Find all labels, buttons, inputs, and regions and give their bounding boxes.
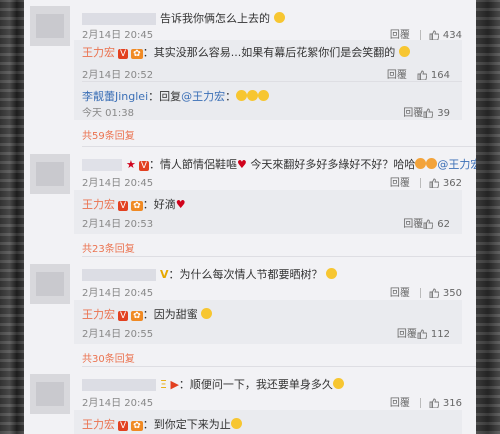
reply-box: 王力宏 V ✿ ：因为甜蜜 2月14日 20:55 回覆 112 — [74, 300, 462, 344]
comment-item: ★ V ：情人節情侶鞋嘔♥ 今天來翻好多好多綠好不好？哈哈 @王力宏 2月14日 20… — [24, 150, 476, 258]
divider — [419, 178, 421, 188]
avatar[interactable] — [30, 154, 70, 194]
heart-icon: ♥ — [175, 198, 186, 211]
like-count: 316 — [442, 398, 462, 409]
more-replies-link[interactable]: 共23条回复 — [82, 240, 135, 255]
reply-text: 好滴 — [153, 198, 176, 211]
reply-button[interactable]: 回覆 — [403, 219, 423, 230]
emoji-icon — [426, 158, 438, 169]
comment-text: 为什么每次情人节都要晒树？ — [179, 268, 323, 281]
thumbs-up-icon[interactable] — [417, 70, 427, 80]
comment-text-2: 今天來翻好多好多綠好不好？哈哈 — [250, 158, 416, 171]
reply-text: 因为甜蜜 — [153, 308, 198, 321]
reply-username[interactable]: 李靓蕾Jinglei — [82, 90, 148, 103]
reply-username[interactable]: 王力宏 — [82, 418, 115, 431]
reply-time: 今天 01:38 — [82, 108, 134, 119]
background-left — [0, 0, 24, 434]
reply-time: 2月14日 20:53 — [82, 219, 154, 230]
reply-prefix: 回复 — [159, 90, 182, 103]
like-count: 39 — [437, 108, 450, 119]
emoji-icon — [236, 90, 248, 101]
member-badge: ✿ — [131, 311, 143, 321]
reply-text: 到你定下来为止 — [153, 418, 231, 431]
emoji-icon — [415, 158, 427, 169]
avatar[interactable] — [30, 374, 70, 414]
reply-box: 王力宏 V ✿ ：到你定下来为止 — [74, 410, 462, 434]
comment-time: 2月14日 20:45 — [82, 30, 154, 41]
comment-time: 2月14日 20:45 — [82, 288, 154, 299]
divider — [419, 30, 421, 40]
background-right — [476, 0, 500, 434]
reply-username[interactable]: 王力宏 — [82, 308, 115, 321]
comment-text: 顺便问一下，我还要单身多久 — [189, 378, 333, 391]
reply-button[interactable]: 回覆 — [390, 398, 410, 409]
mention-link[interactable]: @王力宏 — [181, 90, 225, 103]
like-count: 62 — [437, 219, 450, 230]
thumbs-up-icon[interactable] — [429, 288, 439, 298]
thumbs-up-icon[interactable] — [423, 108, 434, 118]
emoji-icon — [201, 308, 213, 319]
username-blurred[interactable] — [82, 13, 156, 25]
reply-text: 其实没那么容易...如果有幕后花絮你们是会笑翻的 — [153, 46, 396, 59]
emoji-icon — [326, 268, 338, 279]
emoji-icon — [273, 12, 285, 23]
mention-link[interactable]: @王力宏 — [437, 158, 476, 171]
emoji-icon — [258, 90, 270, 101]
reply-button[interactable]: 回覆 — [390, 288, 410, 299]
like-count: 112 — [430, 329, 450, 340]
heart-icon: ♥ — [237, 158, 247, 171]
emoji-icon — [230, 418, 242, 429]
like-count: 164 — [430, 70, 450, 81]
avatar[interactable] — [30, 264, 70, 304]
member-badge: ✿ — [131, 201, 143, 211]
username-blurred[interactable] — [82, 379, 156, 391]
reply-username[interactable]: 王力宏 — [82, 46, 115, 59]
comment-item: 告诉我你俩怎么上去的 2月14日 20:45 回覆 434 王力宏 V ✿ ：其实没那么… — [24, 0, 476, 142]
like-count: 362 — [442, 178, 462, 189]
avatar[interactable] — [30, 6, 70, 46]
verified-badge: V — [138, 161, 150, 171]
more-replies-link[interactable]: 共30条回复 — [82, 350, 135, 365]
divider — [419, 398, 421, 408]
reply-button[interactable]: 回覆 — [397, 329, 417, 340]
reply-button[interactable]: 回覆 — [403, 108, 423, 119]
comment-text: 告诉我你俩怎么上去的 — [160, 12, 270, 25]
thumbs-up-icon[interactable] — [429, 178, 439, 188]
divider — [82, 146, 476, 147]
divider — [82, 81, 462, 82]
thumbs-up-icon[interactable] — [417, 329, 427, 339]
reply-username[interactable]: 王力宏 — [82, 198, 115, 211]
like-count: 350 — [442, 288, 462, 299]
member-badge: ✿ — [131, 49, 143, 59]
reply-time: 2月14日 20:52 — [82, 70, 154, 81]
reply-time: 2月14日 20:55 — [82, 329, 154, 340]
verified-badge: V — [118, 49, 129, 59]
more-replies-link[interactable]: 共59条回复 — [82, 127, 135, 142]
verified-badge: V — [118, 311, 129, 321]
thumbs-up-icon[interactable] — [429, 398, 439, 408]
comments-panel: 告诉我你俩怎么上去的 2月14日 20:45 回覆 434 王力宏 V ✿ ：其实没那么… — [24, 0, 476, 434]
verified-badge: V — [118, 421, 129, 431]
divider — [82, 256, 476, 257]
emoji-icon — [332, 378, 344, 389]
thumbs-up-icon[interactable] — [429, 30, 439, 40]
verified-badge: V — [118, 201, 129, 211]
thumbs-up-icon[interactable] — [423, 219, 434, 229]
username-blurred[interactable] — [82, 269, 156, 281]
comment-time: 2月14日 20:45 — [82, 398, 154, 409]
divider — [419, 288, 421, 298]
comment-item: Ξ ▶：顺便问一下，我还要单身多久 2月14日 20:45 回覆 316 王力宏 V… — [24, 370, 476, 434]
divider — [82, 366, 476, 367]
reply-button[interactable]: 回覆 — [387, 70, 407, 81]
comment-item: V：为什么每次情人节都要晒树？ 2月14日 20:45 回覆 350 王力宏 V ✿：… — [24, 260, 476, 365]
member-badge: ✿ — [131, 421, 143, 431]
comment-text: 情人節情侶鞋嘔 — [160, 158, 238, 171]
reply-box: 王力宏 V ✿ ：好滴♥ 2月14日 20:53 回覆 62 — [74, 190, 462, 234]
reply-button[interactable]: 回覆 — [390, 178, 410, 189]
emoji-icon — [398, 46, 410, 57]
comment-time: 2月14日 20:45 — [82, 178, 154, 189]
username-blurred[interactable] — [82, 159, 122, 171]
emoji-icon — [247, 90, 259, 101]
reply-box: 王力宏 V ✿ ：其实没那么容易...如果有幕后花絮你们是会笑翻的 2月14日 20:… — [74, 40, 462, 120]
